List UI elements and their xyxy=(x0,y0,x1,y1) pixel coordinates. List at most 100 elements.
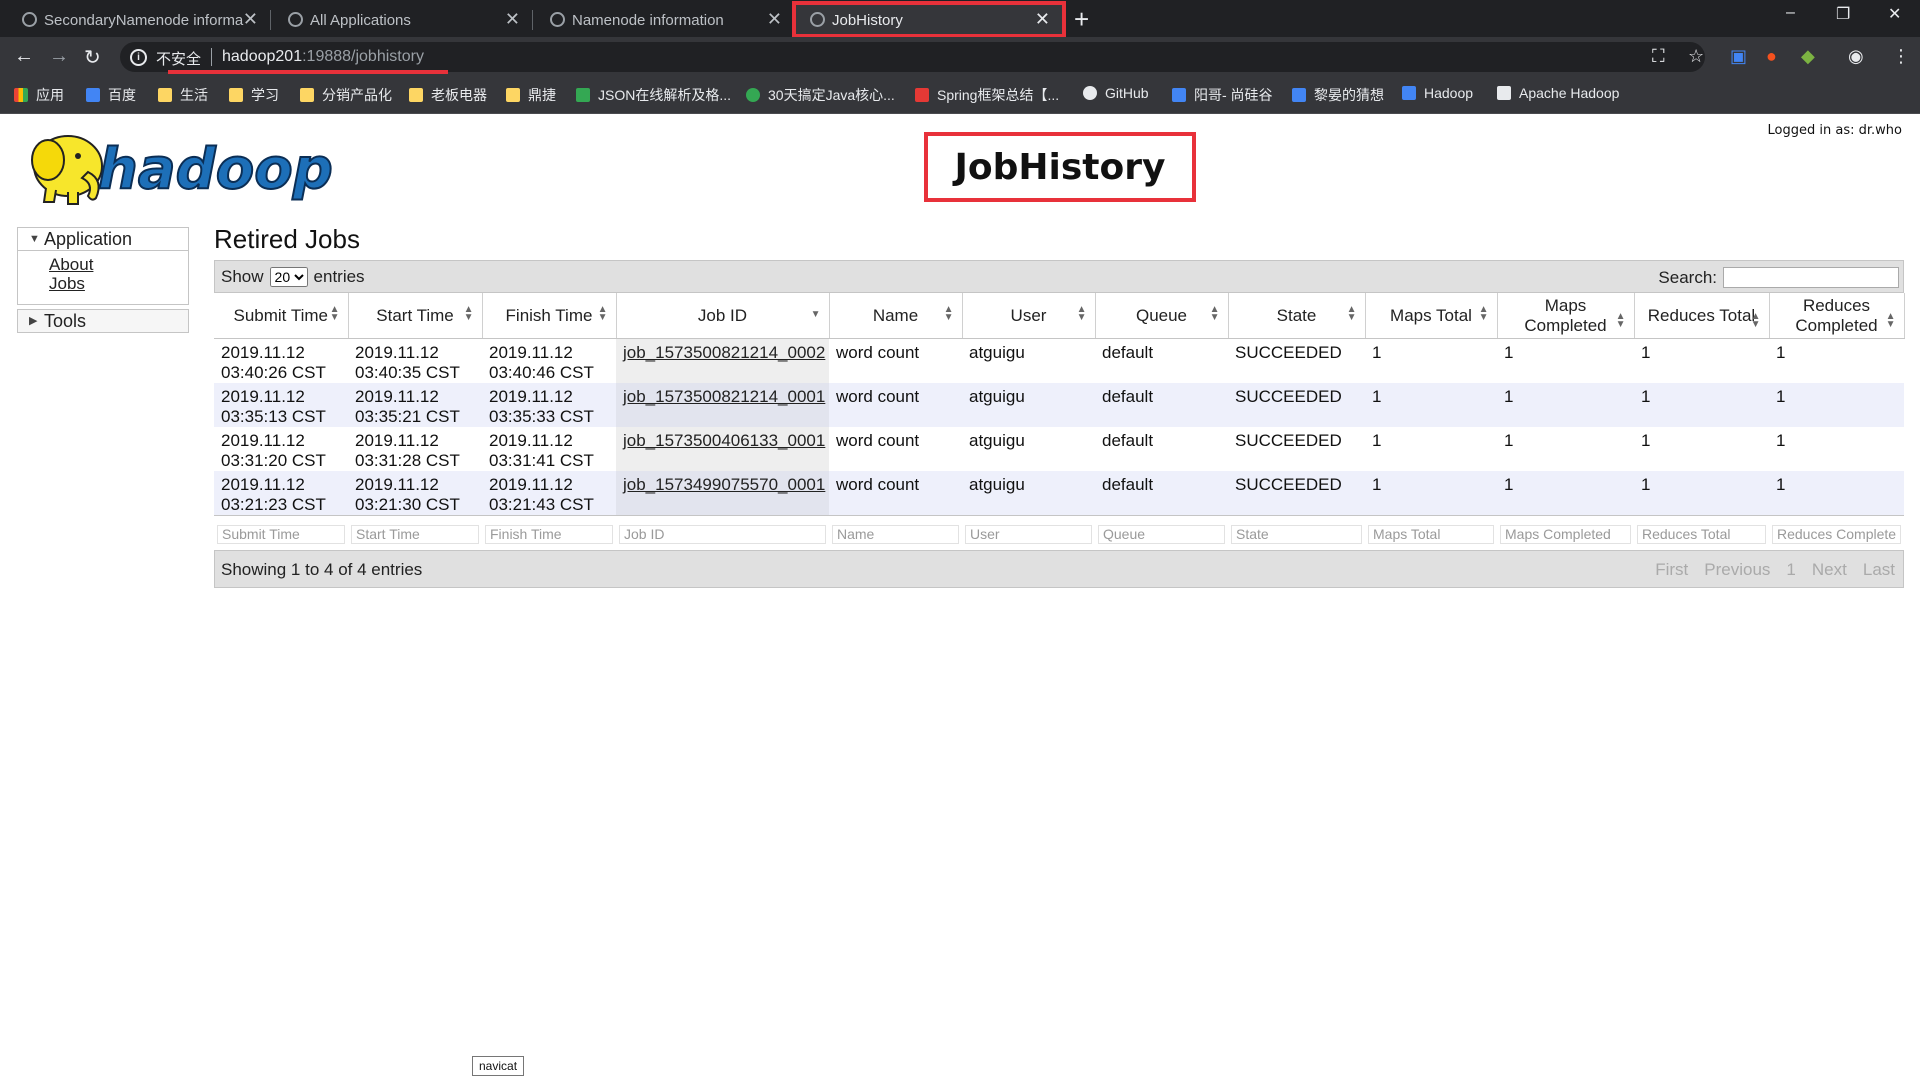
bookmark-folder-life[interactable]: 生活 xyxy=(158,85,208,105)
sidebar-link-jobs[interactable]: Jobs xyxy=(49,274,188,293)
filter-state[interactable] xyxy=(1231,524,1362,544)
column-header-queue[interactable]: Queue ▲ ▼ xyxy=(1095,293,1229,339)
cell-name: word count xyxy=(829,427,962,471)
bookmark-apps[interactable]: 应用 xyxy=(14,85,64,105)
sidebar-link-about[interactable]: About xyxy=(49,255,188,274)
bookmark-hadoop[interactable]: Hadoop xyxy=(1402,85,1473,101)
bookmark-folder-study[interactable]: 学习 xyxy=(229,85,279,105)
column-header-start-time[interactable]: Start Time ▲ ▼ xyxy=(348,293,483,339)
filter-reduces-completed[interactable] xyxy=(1772,524,1901,544)
column-label: User xyxy=(1010,305,1047,325)
column-label: Finish Time xyxy=(505,305,593,325)
tab-close-icon[interactable]: ✕ xyxy=(505,9,520,30)
sidebar-application-header[interactable]: ▼ Application xyxy=(17,227,189,251)
bookmark-folder-boss[interactable]: 老板电器 xyxy=(409,85,487,105)
bookmark-folder-distribution[interactable]: 分销产品化 xyxy=(300,85,392,105)
cell-reduces-total: 1 xyxy=(1634,338,1769,383)
filter-reduces-total[interactable] xyxy=(1637,524,1766,544)
close-window-button[interactable]: ✕ xyxy=(1888,4,1901,24)
pager-last[interactable]: Last xyxy=(1863,560,1895,580)
job-id-link[interactable]: job_1573500821214_0002 xyxy=(623,343,825,362)
cell-queue: default xyxy=(1095,427,1228,471)
filter-cell xyxy=(829,515,962,550)
cell-user: atguigu xyxy=(962,427,1095,471)
filter-queue[interactable] xyxy=(1098,524,1225,544)
pager-next[interactable]: Next xyxy=(1812,560,1847,580)
pager-page-1[interactable]: 1 xyxy=(1786,560,1795,580)
column-header-finish-time[interactable]: Finish Time ▲ ▼ xyxy=(482,293,617,339)
bookmark-yangge[interactable]: 阳哥- 尚硅谷 xyxy=(1172,85,1273,105)
bookmark-folder-dingjie[interactable]: 鼎捷 xyxy=(506,85,556,105)
cell-reduces-total: 1 xyxy=(1634,427,1769,471)
profile-icon[interactable]: ◉ xyxy=(1848,46,1864,67)
job-id-link[interactable]: job_1573499075570_0001 xyxy=(623,475,825,494)
column-header-submit-time[interactable]: Submit Time ▲ ▼ xyxy=(214,293,349,339)
pager-first[interactable]: First xyxy=(1655,560,1688,580)
hadoop-logo[interactable]: hadoop xyxy=(18,122,348,208)
tab-namenode-information[interactable]: Namenode information ✕ xyxy=(532,3,794,37)
filter-user[interactable] xyxy=(965,524,1092,544)
job-id-link[interactable]: job_1573500406133_0001 xyxy=(623,431,825,450)
bookmark-github[interactable]: GitHub xyxy=(1083,85,1149,101)
job-id-link[interactable]: job_1573500821214_0001 xyxy=(623,387,825,406)
filter-cell xyxy=(1634,515,1769,550)
filter-maps-total[interactable] xyxy=(1368,524,1494,544)
sidebar-tools-header[interactable]: ▶ Tools xyxy=(17,309,189,333)
github-icon xyxy=(1083,86,1097,100)
column-header-maps-completed[interactable]: Maps Completed ▲ ▼ xyxy=(1497,293,1635,339)
new-tab-button[interactable]: + xyxy=(1074,4,1089,35)
extension-icon[interactable]: ◆ xyxy=(1801,46,1815,67)
column-header-name[interactable]: Name ▲ ▼ xyxy=(829,293,963,339)
column-header-reduces-completed[interactable]: Reduces Completed ▲ ▼ xyxy=(1769,293,1905,339)
search-input[interactable] xyxy=(1723,267,1899,288)
url-highlight-underline xyxy=(168,70,448,74)
cell-queue: default xyxy=(1095,471,1228,516)
tab-all-applications[interactable]: All Applications ✕ xyxy=(270,3,532,37)
cell-job-id: job_1573500821214_0001 xyxy=(616,383,829,427)
cell-reduces-completed: 1 xyxy=(1769,338,1904,383)
google-translate-extension-icon[interactable]: ▣ xyxy=(1730,46,1747,67)
bookmark-baidu[interactable]: 百度 xyxy=(86,85,136,105)
bookmark-java[interactable]: 30天搞定Java核心... xyxy=(746,85,895,105)
minimize-button[interactable]: – xyxy=(1786,4,1795,22)
menu-dots-icon[interactable]: ⋮ xyxy=(1892,46,1910,67)
sort-icon: ▲ ▼ xyxy=(1885,311,1896,330)
star-icon[interactable]: ☆ xyxy=(1688,46,1704,67)
filter-cell xyxy=(1769,515,1904,550)
filter-cell xyxy=(348,515,482,550)
reload-icon[interactable]: ↻ xyxy=(84,45,101,70)
cell-user: atguigu xyxy=(962,338,1095,383)
url-text[interactable]: hadoop201:19888/jobhistory xyxy=(222,48,424,66)
tab-highlight-box xyxy=(792,1,1066,38)
filter-submit-time[interactable] xyxy=(217,524,345,544)
cell-state: SUCCEEDED xyxy=(1228,471,1365,516)
back-arrow-icon[interactable]: ← xyxy=(14,45,34,68)
entries-select[interactable]: 20 xyxy=(269,267,308,287)
restore-button[interactable]: ❐ xyxy=(1836,4,1850,24)
filter-maps-completed[interactable] xyxy=(1500,524,1631,544)
column-header-reduces-total[interactable]: Reduces Total ▲ ▼ xyxy=(1634,293,1770,339)
bookmark-spring[interactable]: Spring框架总结【... xyxy=(915,85,1059,105)
column-header-maps-total[interactable]: Maps Total ▲ ▼ xyxy=(1365,293,1498,339)
forward-arrow-icon[interactable]: → xyxy=(49,45,69,68)
translate-icon[interactable]: ⛶ xyxy=(1652,46,1665,67)
filter-name[interactable] xyxy=(832,524,959,544)
filter-finish-time[interactable] xyxy=(485,524,613,544)
filter-start-time[interactable] xyxy=(351,524,479,544)
bookmark-json[interactable]: JSON在线解析及格... xyxy=(576,85,731,105)
bookmark-apache-hadoop[interactable]: Apache Hadoop xyxy=(1497,85,1619,101)
tab-close-icon[interactable]: ✕ xyxy=(767,9,782,30)
globe-icon xyxy=(288,12,303,27)
tab-close-icon[interactable]: ✕ xyxy=(243,9,258,30)
bookmark-liyan[interactable]: 黎晏的猜想 xyxy=(1292,85,1384,105)
info-icon[interactable]: i xyxy=(130,49,147,66)
globe-icon xyxy=(550,12,565,27)
column-header-state[interactable]: State ▲ ▼ xyxy=(1228,293,1366,339)
tab-secondary-namenode[interactable]: SecondaryNamenode informa ✕ xyxy=(0,3,270,37)
pager-previous[interactable]: Previous xyxy=(1704,560,1770,580)
column-header-user[interactable]: User ▲ ▼ xyxy=(962,293,1096,339)
column-header-job-id[interactable]: Job ID ▼ xyxy=(616,293,830,339)
extension-icon[interactable]: ● xyxy=(1766,46,1777,67)
filter-job-id[interactable] xyxy=(619,524,826,544)
cell-submit-time: 2019.11.12 03:31:20 CST xyxy=(214,427,348,471)
